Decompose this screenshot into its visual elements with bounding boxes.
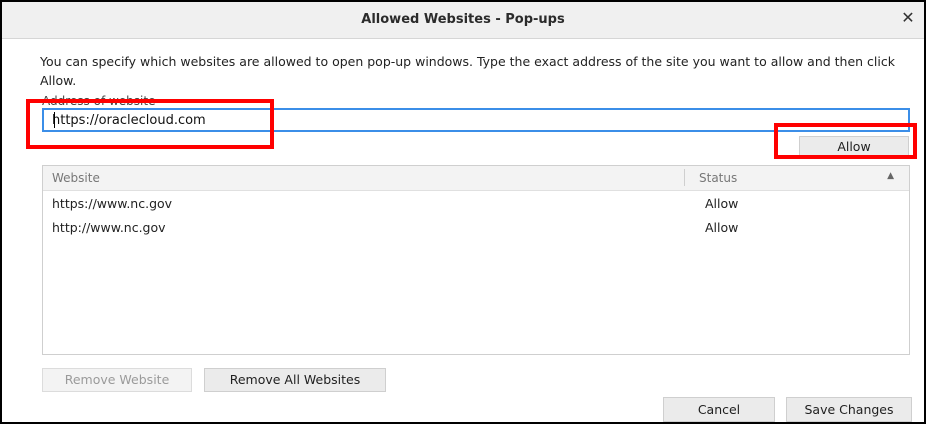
table-row[interactable]: https://www.nc.gov Allow	[43, 191, 909, 215]
column-header-status[interactable]: Status	[699, 171, 737, 185]
sort-ascending-icon[interactable]: ▲	[887, 171, 894, 181]
column-divider[interactable]	[684, 169, 685, 186]
table-header: Website Status ▲	[43, 166, 909, 191]
close-icon[interactable]: ✕	[898, 8, 918, 28]
status-cell: Allow	[705, 220, 739, 235]
website-cell: http://www.nc.gov	[52, 220, 166, 235]
dialog-title: Allowed Websites - Pop-ups	[361, 12, 565, 27]
status-cell: Allow	[705, 196, 739, 211]
dialog-window: Allowed Websites - Pop-ups ✕ You can spe…	[0, 0, 926, 424]
cancel-button[interactable]: Cancel	[663, 397, 775, 422]
title-bar: Allowed Websites - Pop-ups ✕	[2, 2, 924, 39]
allow-button[interactable]: Allow	[799, 136, 909, 158]
remove-all-websites-button[interactable]: Remove All Websites	[204, 368, 386, 392]
column-header-website[interactable]: Website	[52, 171, 100, 185]
websites-table: Website Status ▲ https://www.nc.gov Allo…	[42, 165, 910, 355]
description-text: You can specify which websites are allow…	[40, 54, 895, 88]
remove-website-button[interactable]: Remove Website	[42, 368, 192, 392]
text-cursor	[54, 112, 55, 128]
address-input[interactable]	[42, 108, 910, 132]
table-row[interactable]: http://www.nc.gov Allow	[43, 215, 909, 239]
website-cell: https://www.nc.gov	[52, 196, 173, 211]
address-label: Address of website	[42, 94, 156, 108]
save-changes-button[interactable]: Save Changes	[786, 397, 912, 422]
